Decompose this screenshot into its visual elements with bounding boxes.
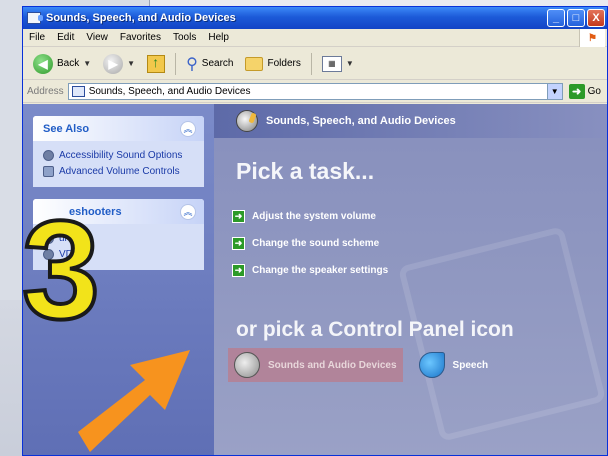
see-also-item[interactable]: Advanced Volume Controls bbox=[43, 163, 194, 179]
go-label: Go bbox=[587, 86, 601, 97]
chevron-down-icon[interactable]: ▼ bbox=[83, 59, 91, 68]
cp-icon-label: Speech bbox=[452, 359, 489, 371]
volume-control-icon bbox=[43, 165, 54, 177]
folder-up-icon bbox=[147, 54, 166, 73]
category-title: Sounds, Speech, and Audio Devices bbox=[266, 115, 456, 127]
windows-logo-icon: ⚑ bbox=[579, 29, 605, 47]
up-button[interactable] bbox=[143, 51, 169, 77]
green-arrow-icon: ➜ bbox=[232, 210, 245, 223]
see-also-title: See Also bbox=[43, 122, 90, 135]
menu-bar: File Edit View Favorites Tools Help bbox=[23, 29, 607, 47]
troubleshooter-item[interactable]: VD bbox=[43, 246, 194, 262]
close-button[interactable]: X bbox=[587, 9, 605, 27]
maximize-button[interactable]: □ bbox=[567, 9, 585, 27]
back-arrow-icon: ◀ bbox=[33, 53, 53, 74]
address-value: Sounds, Speech, and Audio Devices bbox=[88, 86, 251, 97]
content-area: See Also ︽ Accessibility Sound Options A… bbox=[23, 104, 607, 455]
task-link[interactable]: ➜ Change the sound scheme bbox=[232, 237, 379, 250]
troubleshooters-title: eshooters bbox=[69, 205, 122, 218]
toolbar-divider bbox=[310, 52, 312, 75]
address-bar: Address Sounds, Speech, and Audio Device… bbox=[23, 81, 607, 103]
menu-tools[interactable]: Tools bbox=[173, 32, 196, 43]
speech-bubble-icon bbox=[418, 352, 445, 378]
title-bar[interactable]: Sounds, Speech, and Audio Devices _ □ X bbox=[23, 7, 607, 29]
see-also-item-label: Accessibility Sound Options bbox=[59, 149, 183, 161]
menu-edit[interactable]: Edit bbox=[57, 32, 74, 43]
menu-view[interactable]: View bbox=[86, 32, 108, 43]
views-button[interactable]: ▦ ▼ bbox=[318, 51, 358, 77]
troubleshooters-panel: eshooters ︽ und VD bbox=[33, 199, 204, 270]
control-panel-icon bbox=[71, 86, 85, 97]
search-icon: ⚲ bbox=[186, 55, 198, 73]
back-button[interactable]: ◀ Back ▼ bbox=[29, 51, 95, 77]
see-also-header[interactable]: See Also ︽ bbox=[33, 116, 204, 141]
folders-label: Folders bbox=[267, 58, 301, 69]
see-also-item-label: Advanced Volume Controls bbox=[59, 165, 180, 177]
chevron-down-icon[interactable]: ▼ bbox=[127, 59, 135, 68]
folders-button[interactable]: Folders bbox=[241, 51, 304, 77]
help-icon bbox=[43, 232, 54, 244]
search-button[interactable]: ⚲ Search bbox=[182, 51, 237, 77]
category-header: Sounds, Speech, and Audio Devices bbox=[214, 104, 607, 138]
see-also-panel: See Also ︽ Accessibility Sound Options A… bbox=[33, 116, 204, 187]
collapse-chevron-icon[interactable]: ︽ bbox=[180, 120, 196, 137]
go-button[interactable]: ➜ Go bbox=[568, 84, 601, 99]
views-icon: ▦ bbox=[321, 55, 342, 72]
task-label: Change the speaker settings bbox=[252, 265, 389, 276]
pick-icon-heading: or pick a Control Panel icon bbox=[236, 318, 514, 341]
speaker-icon bbox=[234, 352, 260, 378]
address-input[interactable]: Sounds, Speech, and Audio Devices ▼ bbox=[67, 83, 563, 100]
accessibility-icon bbox=[43, 149, 54, 161]
menu-help[interactable]: Help bbox=[208, 32, 229, 43]
see-also-item[interactable]: Accessibility Sound Options bbox=[43, 147, 194, 163]
explorer-window: Sounds, Speech, and Audio Devices _ □ X … bbox=[22, 6, 608, 456]
task-link[interactable]: ➜ Adjust the system volume bbox=[232, 210, 376, 223]
speaker-icon bbox=[236, 110, 258, 132]
cp-icon-label: Sounds and Audio Devices bbox=[268, 359, 397, 371]
back-label: Back bbox=[57, 58, 80, 69]
green-arrow-icon: ➜ bbox=[232, 237, 245, 250]
speech-icon-link[interactable]: Speech bbox=[413, 348, 495, 382]
troubleshooters-header[interactable]: eshooters ︽ bbox=[33, 199, 204, 224]
pick-task-heading: Pick a task... bbox=[236, 158, 375, 184]
sounds-and-audio-devices-icon-link[interactable]: Sounds and Audio Devices bbox=[228, 348, 403, 382]
collapse-chevron-icon[interactable]: ︽ bbox=[180, 203, 196, 220]
task-link[interactable]: ➜ Change the speaker settings bbox=[232, 264, 388, 277]
forward-button[interactable]: ▶ ▼ bbox=[99, 51, 139, 77]
troubleshooter-item-label: VD bbox=[59, 248, 73, 260]
main-pane: Sounds, Speech, and Audio Devices Pick a… bbox=[214, 104, 607, 455]
chevron-down-icon: ▼ bbox=[345, 59, 354, 68]
folder-icon bbox=[245, 56, 264, 71]
forward-arrow-icon: ▶ bbox=[103, 53, 124, 74]
menu-file[interactable]: File bbox=[29, 32, 45, 43]
window-title: Sounds, Speech, and Audio Devices bbox=[46, 12, 236, 24]
minimize-button[interactable]: _ bbox=[547, 9, 565, 27]
toolbar-divider bbox=[175, 52, 177, 75]
control-panel-icon bbox=[27, 12, 43, 24]
go-arrow-icon: ➜ bbox=[568, 84, 585, 99]
search-label: Search bbox=[201, 58, 234, 69]
green-arrow-icon: ➜ bbox=[232, 264, 245, 277]
chevron-down-icon[interactable]: ▼ bbox=[546, 84, 562, 99]
menu-favorites[interactable]: Favorites bbox=[120, 32, 161, 43]
troubleshooter-item[interactable]: und bbox=[43, 230, 194, 246]
address-label: Address bbox=[27, 86, 64, 97]
troubleshooter-item-label: und bbox=[59, 232, 76, 244]
help-icon bbox=[43, 248, 54, 260]
task-label: Adjust the system volume bbox=[252, 211, 376, 222]
toolbar: ◀ Back ▼ ▶ ▼ ⚲ Search Folders ▦ ▼ bbox=[23, 48, 607, 80]
control-panel-icons: Sounds and Audio Devices Speech bbox=[228, 348, 494, 382]
task-pane: See Also ︽ Accessibility Sound Options A… bbox=[23, 104, 214, 455]
task-label: Change the sound scheme bbox=[252, 238, 380, 249]
